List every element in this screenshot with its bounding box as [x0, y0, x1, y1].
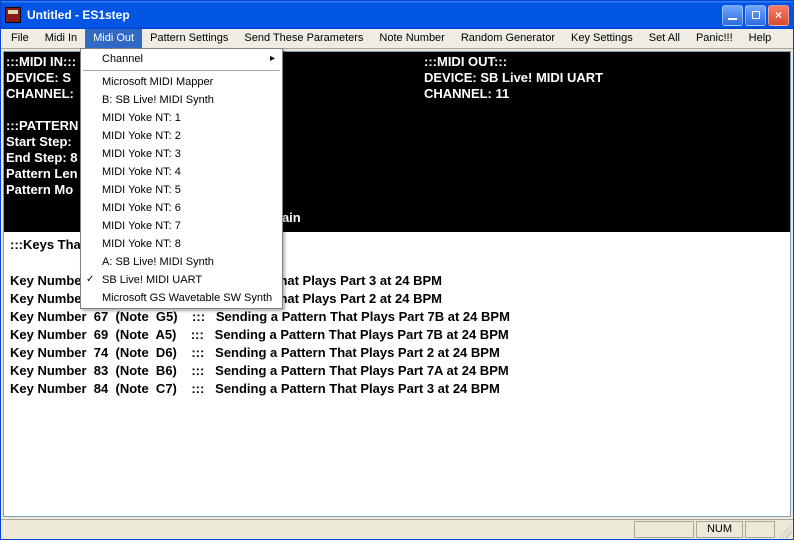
menu-option-label: MIDI Yoke NT: 4 — [102, 166, 181, 178]
app-icon — [5, 7, 21, 23]
menu-help[interactable]: Help — [741, 29, 780, 48]
menu-option-label: SB Live! MIDI UART — [102, 274, 202, 286]
window-buttons: × — [722, 5, 789, 26]
menu-option-label: A: SB Live! MIDI Synth — [102, 256, 214, 268]
menu-pattern-settings[interactable]: Pattern Settings — [142, 29, 236, 48]
menu-option-label: MIDI Yoke NT: 5 — [102, 184, 181, 196]
menu-option-label: B: SB Live! MIDI Synth — [102, 94, 214, 106]
menu-option-label: MIDI Yoke NT: 7 — [102, 220, 181, 232]
midi-out-header: :::MIDI OUT::: — [424, 54, 603, 70]
midi-out-device: DEVICE: SB Live! MIDI UART — [424, 70, 603, 86]
statusbar: NUM — [1, 519, 793, 539]
menu-random-generator[interactable]: Random Generator — [453, 29, 563, 48]
midi-out-device-option[interactable]: MIDI Yoke NT: 6 — [82, 199, 281, 217]
close-button[interactable]: × — [768, 5, 789, 26]
midi-out-device-option[interactable]: Microsoft MIDI Mapper — [82, 73, 281, 91]
midi-out-device-option[interactable]: ✓ SB Live! MIDI UART — [82, 271, 281, 289]
menu-separator — [83, 70, 280, 71]
menubar: FileMidi InMidi OutPattern SettingsSend … — [1, 29, 793, 49]
menu-note-number[interactable]: Note Number — [371, 29, 452, 48]
status-cell-blank — [634, 521, 694, 538]
minimize-button[interactable] — [722, 5, 743, 26]
midi-out-device-option[interactable]: MIDI Yoke NT: 4 — [82, 163, 281, 181]
midi-out-device-option[interactable]: MIDI Yoke NT: 7 — [82, 217, 281, 235]
midi-out-device-option[interactable]: B: SB Live! MIDI Synth — [82, 91, 281, 109]
maximize-button[interactable] — [745, 5, 766, 26]
midi-out-menu: Channel Microsoft MIDI Mapper B: SB Live! … — [80, 48, 283, 309]
menu-set-all[interactable]: Set All — [641, 29, 688, 48]
menu-option-label: MIDI Yoke NT: 1 — [102, 112, 181, 124]
midi-out-device-option[interactable]: MIDI Yoke NT: 3 — [82, 145, 281, 163]
status-cell-num: NUM — [696, 521, 743, 538]
menu-option-label: MIDI Yoke NT: 8 — [102, 238, 181, 250]
menu-file[interactable]: File — [3, 29, 37, 48]
midi-out-device-option[interactable]: Microsoft GS Wavetable SW Synth — [82, 289, 281, 307]
titlebar[interactable]: Untitled - ES1step × — [1, 1, 793, 29]
menu-panic-[interactable]: Panic!!! — [688, 29, 741, 48]
menu-option-label: MIDI Yoke NT: 6 — [102, 202, 181, 214]
midi-out-device-option[interactable]: MIDI Yoke NT: 5 — [82, 181, 281, 199]
menu-send-these-parameters[interactable]: Send These Parameters — [236, 29, 371, 48]
menu-option-label: Microsoft MIDI Mapper — [102, 76, 213, 88]
menu-option-label: MIDI Yoke NT: 3 — [102, 148, 181, 160]
menu-option-label: MIDI Yoke NT: 2 — [102, 130, 181, 142]
info-right-col: :::MIDI OUT::: DEVICE: SB Live! MIDI UAR… — [424, 54, 603, 102]
midi-out-channel: CHANNEL: 11 — [424, 86, 603, 102]
midi-out-device-option[interactable]: A: SB Live! MIDI Synth — [82, 253, 281, 271]
menu-key-settings[interactable]: Key Settings — [563, 29, 641, 48]
window-title: Untitled - ES1step — [27, 8, 722, 22]
menu-midi-in[interactable]: Midi In — [37, 29, 85, 48]
status-cell-blank2 — [745, 521, 775, 538]
midi-out-device-option[interactable]: MIDI Yoke NT: 1 — [82, 109, 281, 127]
channel-submenu[interactable]: Channel — [82, 50, 281, 68]
menu-option-label: Microsoft GS Wavetable SW Synth — [102, 292, 272, 304]
midi-out-device-option[interactable]: MIDI Yoke NT: 8 — [82, 235, 281, 253]
menu-midi-out[interactable]: Midi Out — [85, 29, 142, 48]
resize-grip-icon[interactable] — [776, 521, 792, 538]
midi-out-device-option[interactable]: MIDI Yoke NT: 2 — [82, 127, 281, 145]
check-icon: ✓ — [86, 274, 94, 285]
